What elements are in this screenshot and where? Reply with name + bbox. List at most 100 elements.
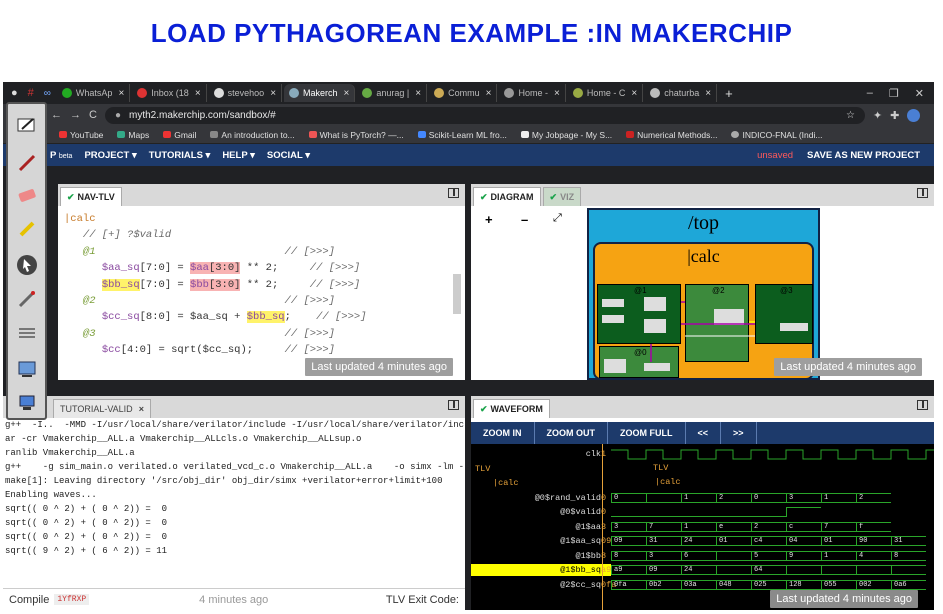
browser-tab[interactable]: Home - × — [499, 84, 566, 102]
signal-name[interactable]: TLV — [471, 463, 601, 475]
close-window-icon[interactable]: ✕ — [915, 87, 924, 100]
profile-avatar[interactable] — [907, 108, 921, 122]
signal-name[interactable]: @2$cc_sq — [471, 579, 601, 591]
eraser-icon[interactable] — [15, 184, 39, 206]
signal-lane — [611, 448, 934, 460]
maximize-icon[interactable] — [448, 400, 459, 410]
menu-tutorials[interactable]: TUTORIALS ▾ — [149, 150, 211, 161]
link-icon[interactable]: ∞ — [40, 88, 55, 99]
reload-icon[interactable]: C — [89, 109, 97, 121]
browser-window: ● # ∞ WhatsAp × Inbox (18 × stevehoo × Make… — [3, 82, 934, 610]
bookmark-intro[interactable]: An introduction to... — [210, 130, 295, 140]
star-icon[interactable]: ☆ — [846, 110, 855, 121]
time-cursor[interactable] — [602, 444, 603, 610]
screen-capture-icon[interactable] — [15, 358, 39, 380]
signal-name[interactable]: @0$rand_valid — [471, 492, 601, 504]
github-icon[interactable]: ● — [7, 87, 22, 99]
browser-tab[interactable]: Inbox (18 × — [132, 84, 207, 102]
wave-cell: 09 — [646, 565, 681, 575]
laser-icon[interactable] — [15, 288, 39, 310]
waveform-viewer[interactable]: clk 1 TLV TLV |calc |calc @0$rand_valid 0 0 1 2 0 3 1… — [471, 444, 934, 610]
tab-viz[interactable]: ✔ VIZ — [542, 187, 582, 206]
signal-name[interactable]: @0$valid — [471, 506, 601, 518]
forward-icon[interactable]: → — [70, 109, 81, 121]
browser-tab[interactable]: Commu × — [429, 84, 498, 102]
menu-help[interactable]: HELP ▾ — [222, 150, 255, 161]
browser-tab[interactable]: chaturba × — [645, 84, 718, 102]
wave-cell: 3 — [611, 521, 646, 532]
tab-tutorial-valid[interactable]: TUTORIAL-VALID × — [53, 399, 151, 418]
bookmark-sklearn[interactable]: Scikit-Learn ML fro... — [417, 130, 507, 140]
highlighter-icon[interactable] — [15, 218, 39, 240]
bookmark-gmail[interactable]: Gmail — [163, 130, 196, 140]
minimize-icon[interactable]: – — [867, 87, 873, 100]
zoom-out-button[interactable]: ZOOM OUT — [535, 422, 608, 444]
close-icon[interactable]: × — [195, 88, 201, 99]
close-icon[interactable]: × — [705, 88, 711, 99]
signal-lane: 83659148 — [611, 550, 934, 562]
browser-tab[interactable]: WhatsAp × — [57, 84, 131, 102]
bookmark-numerical[interactable]: Numerical Methods... — [626, 130, 717, 140]
whiteboard-icon[interactable] — [15, 114, 39, 136]
signal-name[interactable]: @1$aa_sq — [471, 535, 601, 547]
close-icon[interactable]: × — [631, 88, 637, 99]
top-block[interactable]: /top |calc @1 @2 @3 @0 — [587, 208, 820, 380]
brand-logo[interactable]: P beta — [50, 150, 72, 161]
browser-tab[interactable]: anurag | × — [357, 84, 428, 102]
close-icon[interactable]: × — [554, 88, 560, 99]
close-icon[interactable]: × — [344, 88, 350, 99]
signal-name[interactable]: @1$bb_sq — [471, 564, 601, 576]
zoom-full-button[interactable]: ZOOM FULL — [608, 422, 686, 444]
url-field[interactable]: ● myth2.makerchip.com/sandbox/# ☆ — [104, 106, 865, 124]
scroll-left-button[interactable]: << — [686, 422, 722, 444]
menu-social[interactable]: SOCIAL ▾ — [267, 150, 310, 161]
globe-icon — [650, 88, 661, 98]
close-icon[interactable]: × — [118, 88, 124, 99]
close-icon[interactable]: × — [270, 88, 276, 99]
browser-tab[interactable]: stevehoo × — [209, 84, 283, 102]
signal-name[interactable]: @1$aa — [471, 521, 601, 533]
pointer-icon[interactable] — [15, 254, 39, 276]
zoom-in-icon[interactable]: + — [485, 212, 493, 227]
compile-id[interactable]: 1YfRXP — [54, 594, 90, 605]
restore-icon[interactable]: ❐ — [889, 87, 899, 100]
zoom-in-button[interactable]: ZOOM IN — [471, 422, 535, 444]
signal-name[interactable]: |calc — [471, 477, 601, 489]
close-icon[interactable]: × — [486, 88, 492, 99]
diagram-tabs: ✔ DIAGRAM ✔ VIZ — [471, 184, 934, 206]
close-icon[interactable]: × — [415, 88, 421, 99]
browser-tab[interactable]: Home - C × — [568, 84, 644, 102]
bookmark-youtube[interactable]: YouTube — [59, 130, 103, 140]
maximize-icon[interactable] — [917, 400, 928, 410]
bookmark-jobpage[interactable]: My Jobpage - My S... — [520, 130, 612, 140]
editor-scrollbar[interactable] — [453, 274, 461, 314]
signal-name[interactable]: clk — [471, 448, 601, 460]
wave-cell: e — [716, 521, 751, 532]
pen-icon[interactable] — [15, 152, 39, 174]
bookmark-pytorch[interactable]: What is PyTorch? —... — [308, 130, 404, 140]
scroll-right-button[interactable]: >> — [721, 422, 757, 444]
bookmark-maps[interactable]: Maps — [117, 130, 149, 140]
save-as-new-project-button[interactable]: SAVE AS NEW PROJECT — [807, 150, 920, 161]
fit-icon[interactable]: ⤢ — [553, 212, 562, 225]
wave-cell: 1 — [681, 521, 716, 532]
tab-nav-tlv[interactable]: ✔ NAV-TLV — [60, 187, 122, 206]
lines-icon[interactable] — [15, 322, 39, 344]
bookmark-indico[interactable]: INDICO-FNAL (Indi... — [731, 130, 822, 140]
maximize-icon[interactable] — [448, 188, 459, 198]
tab-diagram[interactable]: ✔ DIAGRAM — [473, 187, 541, 206]
signal-name[interactable]: @1$bb — [471, 550, 601, 562]
zoom-out-icon[interactable]: – — [521, 212, 528, 227]
computer-icon[interactable] — [15, 392, 39, 414]
extension-icon[interactable]: ✦ — [873, 109, 882, 122]
slack-icon[interactable]: # — [24, 87, 38, 99]
close-icon[interactable]: × — [139, 404, 144, 414]
new-tab-icon[interactable]: + — [719, 86, 739, 101]
browser-tab-active[interactable]: Makerch × — [284, 84, 356, 102]
tab-waveform[interactable]: ✔ WAVEFORM — [473, 399, 550, 418]
puzzle-icon[interactable]: ✚ — [890, 109, 899, 122]
maximize-icon[interactable] — [917, 188, 928, 198]
code-editor[interactable]: |calc // [+] ?$valid @1 // [>>>] $aa_sq[… — [58, 206, 465, 359]
wave-cell: 8 — [611, 550, 646, 561]
menu-project[interactable]: PROJECT ▾ — [84, 150, 136, 161]
